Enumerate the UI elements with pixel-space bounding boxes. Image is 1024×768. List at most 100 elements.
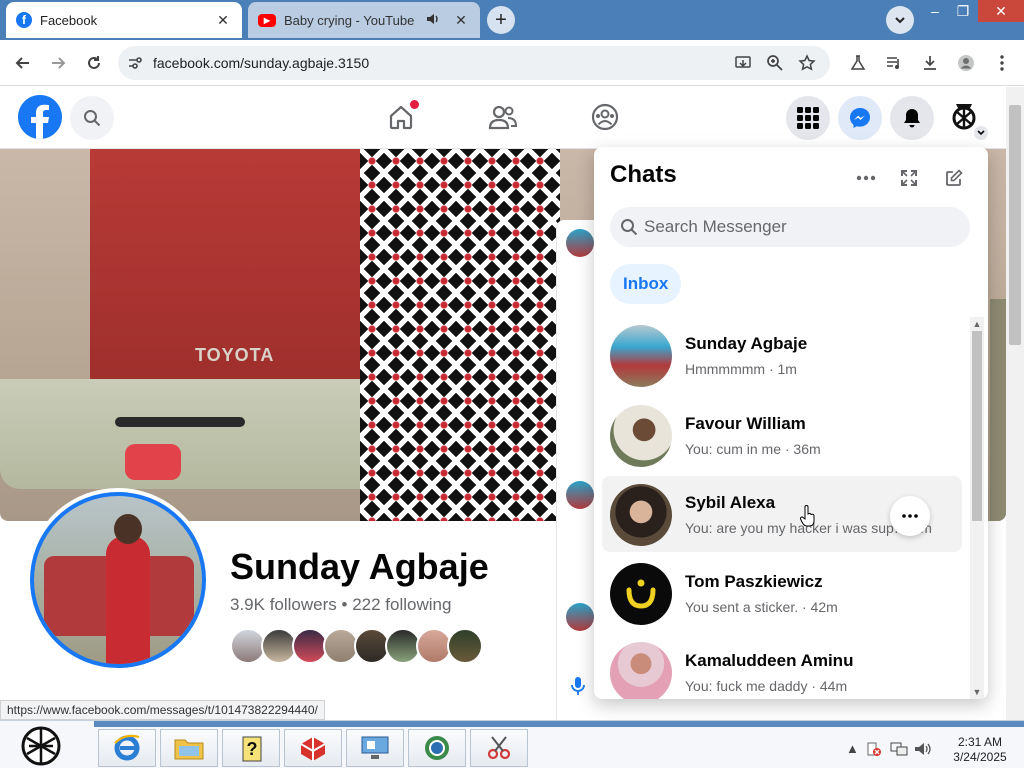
taskbar-control-panel[interactable] bbox=[346, 729, 404, 767]
taskbar-file-explorer[interactable] bbox=[160, 729, 218, 767]
messenger-search-input[interactable] bbox=[644, 207, 944, 247]
restore-window-button[interactable]: ❐ bbox=[948, 0, 978, 22]
scrollbar-thumb[interactable] bbox=[972, 331, 982, 521]
chat-item[interactable]: Sybil Alexa You: are you my hacker i was… bbox=[602, 476, 962, 552]
minimize-window-button[interactable]: – bbox=[920, 0, 950, 22]
show-hidden-icons-icon[interactable]: ▲ bbox=[846, 741, 859, 756]
address-url: facebook.com/sunday.agbaje.3150 bbox=[153, 55, 370, 71]
more-horizontal-icon bbox=[856, 175, 876, 181]
friend-avatar[interactable] bbox=[447, 628, 483, 664]
reload-button[interactable] bbox=[79, 48, 109, 78]
followers-link[interactable]: 3.9K followers bbox=[230, 595, 337, 614]
flask-icon bbox=[850, 55, 866, 70]
taskbar-help[interactable]: ? bbox=[222, 729, 280, 767]
hand-cursor-icon bbox=[800, 505, 815, 527]
bookmark-star-icon[interactable] bbox=[798, 54, 816, 72]
expand-messenger-button[interactable] bbox=[896, 165, 922, 191]
taskbar-snipping-tool[interactable] bbox=[470, 729, 528, 767]
help-icon: ? bbox=[242, 736, 262, 762]
chats-panel: Chats Inbox Sunday Agbaje Hmmmmmm · 1m F… bbox=[594, 147, 988, 699]
downloads-button[interactable] bbox=[915, 48, 945, 78]
facebook-header bbox=[0, 87, 1006, 149]
chat-item[interactable]: Kamaluddeen Aminu You: fuck me daddy · 4… bbox=[602, 634, 962, 699]
more-horizontal-icon bbox=[902, 514, 918, 518]
home-nav-button[interactable] bbox=[383, 99, 419, 135]
chat-preview: You: fuck me daddy · 44m bbox=[685, 678, 848, 694]
new-tab-button[interactable]: + bbox=[487, 6, 515, 34]
chat-item[interactable]: Favour William You: cum in me · 36m bbox=[602, 397, 962, 473]
install-app-icon[interactable] bbox=[734, 54, 752, 72]
scroll-up-arrow-icon[interactable]: ▲ bbox=[970, 317, 984, 331]
media-control-button[interactable] bbox=[879, 48, 909, 78]
back-button[interactable] bbox=[8, 48, 38, 78]
messenger-search[interactable] bbox=[610, 207, 970, 247]
account-menu-button[interactable] bbox=[942, 96, 988, 140]
following-link[interactable]: 222 following bbox=[352, 595, 451, 614]
chat-item[interactable]: Sunday Agbaje Hmmmmmm · 1m bbox=[602, 317, 962, 393]
page-scrollbar[interactable] bbox=[1006, 87, 1024, 720]
cover-fabric-pattern bbox=[360, 149, 560, 521]
tab-search-button[interactable] bbox=[886, 6, 914, 34]
close-tab-icon[interactable]: ✕ bbox=[214, 12, 232, 29]
chat-avatar bbox=[610, 642, 672, 699]
mini-avatar bbox=[566, 229, 594, 257]
taskbar-internet-explorer[interactable] bbox=[98, 729, 156, 767]
tab-title: Facebook bbox=[40, 12, 98, 28]
chat-name: Kamaluddeen Aminu bbox=[685, 651, 854, 670]
facebook-search-button[interactable] bbox=[70, 96, 114, 140]
youtube-favicon-icon: ▶ bbox=[258, 13, 276, 27]
facebook-logo-icon[interactable] bbox=[18, 95, 62, 139]
grid-menu-icon bbox=[797, 107, 819, 129]
cover-plate-shape bbox=[115, 417, 245, 427]
scissors-icon bbox=[487, 736, 511, 760]
taskbar-chrome[interactable] bbox=[408, 729, 466, 767]
reload-icon bbox=[88, 56, 100, 69]
microphone-icon[interactable] bbox=[571, 676, 585, 701]
tab-youtube[interactable]: ▶ Baby crying - YouTube ✕ bbox=[248, 2, 480, 38]
mini-avatar bbox=[566, 603, 594, 631]
arrow-right-icon bbox=[52, 57, 66, 69]
security-alert-icon[interactable] bbox=[866, 741, 882, 760]
profile-picture[interactable] bbox=[26, 488, 210, 672]
chat-list: Sunday Agbaje Hmmmmmm · 1m Favour Willia… bbox=[594, 317, 972, 699]
address-bar[interactable]: facebook.com/sunday.agbaje.3150 bbox=[118, 46, 830, 80]
chat-item[interactable]: Tom Paszkiewicz You sent a sticker. · 42… bbox=[602, 555, 962, 631]
labs-button[interactable] bbox=[843, 48, 873, 78]
menu-grid-button[interactable] bbox=[786, 96, 830, 140]
facebook-favicon-icon: f bbox=[16, 12, 32, 28]
site-info-icon[interactable] bbox=[126, 54, 144, 72]
chevron-down-icon[interactable] bbox=[974, 126, 988, 140]
new-message-button[interactable] bbox=[941, 165, 967, 191]
close-window-button[interactable]: ✕ bbox=[978, 0, 1024, 22]
browser-globe-icon bbox=[425, 736, 449, 760]
messenger-button[interactable] bbox=[838, 96, 882, 140]
profile-head-shape bbox=[114, 514, 142, 544]
zoom-icon[interactable] bbox=[766, 54, 784, 72]
system-clock[interactable]: 2:31 AM 3/24/2025 bbox=[940, 735, 1020, 765]
forward-button[interactable] bbox=[43, 48, 73, 78]
page-scrollbar-thumb[interactable] bbox=[1009, 105, 1021, 345]
scroll-down-arrow-icon[interactable]: ▼ bbox=[970, 685, 984, 699]
tab-facebook[interactable]: f Facebook ✕ bbox=[6, 2, 242, 38]
notifications-button[interactable] bbox=[890, 96, 934, 140]
volume-icon[interactable] bbox=[914, 741, 932, 760]
windows-taskbar: ? ▲ 2:31 AM 3/24/2025 bbox=[0, 720, 1024, 768]
groups-nav-button[interactable] bbox=[587, 99, 623, 135]
speaker-icon[interactable] bbox=[426, 12, 442, 29]
browser-menu-button[interactable] bbox=[987, 48, 1017, 78]
close-tab-icon[interactable]: ✕ bbox=[452, 12, 470, 29]
profile-follow-stats: 3.9K followers • 222 following bbox=[230, 595, 451, 615]
chat-list-scrollbar[interactable]: ▲ ▼ bbox=[970, 317, 984, 699]
chat-options-button[interactable] bbox=[890, 496, 930, 536]
inbox-filter-tab[interactable]: Inbox bbox=[610, 264, 682, 304]
notification-dot bbox=[410, 100, 419, 109]
chats-options-button[interactable] bbox=[853, 165, 879, 191]
chat-preview: You sent a sticker. · 42m bbox=[685, 599, 838, 615]
browser-toolbar: facebook.com/sunday.agbaje.3150 bbox=[0, 40, 1024, 86]
start-button[interactable] bbox=[18, 723, 64, 768]
taskbar-app-red[interactable] bbox=[284, 729, 342, 767]
network-icon[interactable] bbox=[890, 741, 908, 760]
chat-name: Favour William bbox=[685, 414, 806, 433]
friends-nav-button[interactable] bbox=[485, 99, 521, 135]
profile-button[interactable] bbox=[951, 48, 981, 78]
